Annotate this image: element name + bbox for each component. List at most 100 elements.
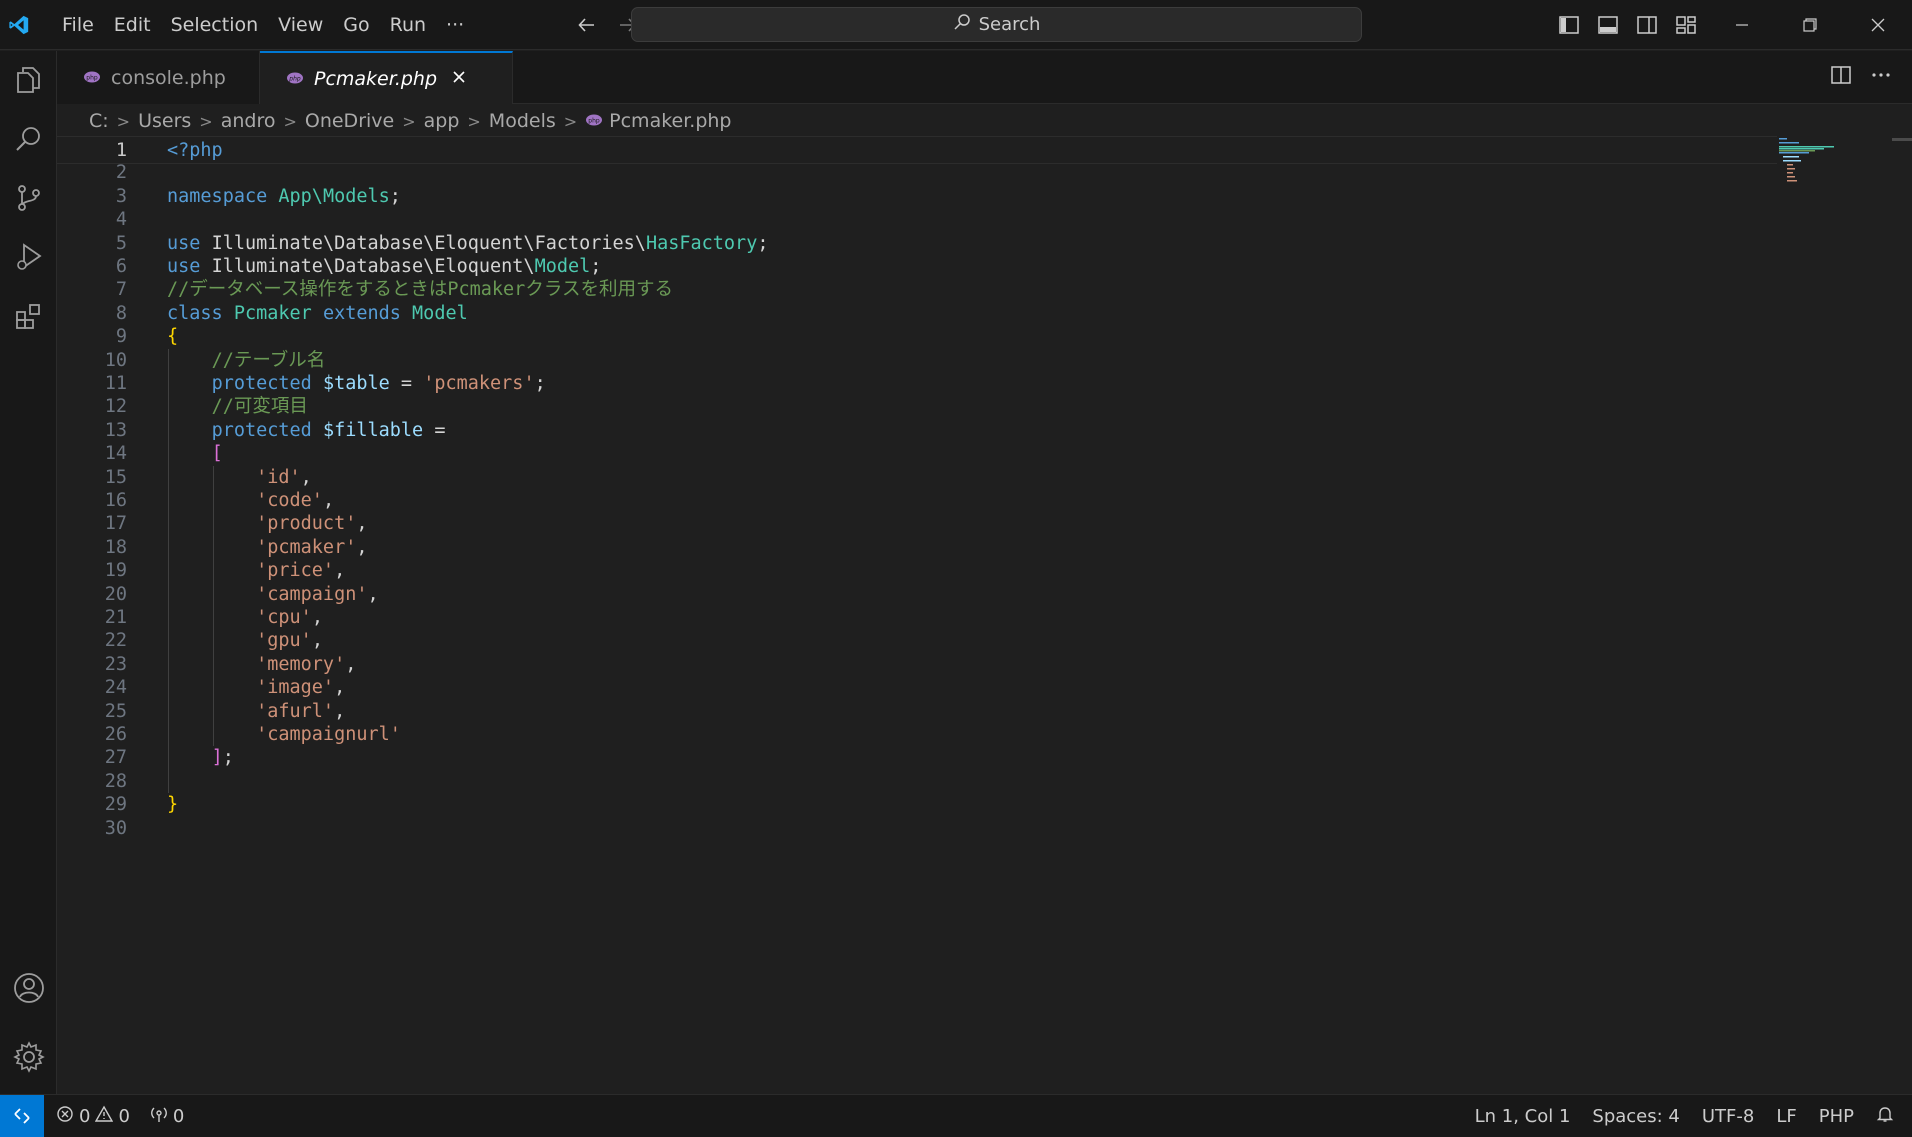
extensions-icon[interactable] xyxy=(0,286,57,346)
tab-label: Pcmaker.php xyxy=(314,67,438,90)
menu-file[interactable]: File xyxy=(52,8,104,42)
breadcrumb: C: > Users > andro > OneDrive > app > Mo… xyxy=(89,105,732,137)
settings-gear-icon[interactable] xyxy=(0,1027,57,1087)
tab-console-php[interactable]: php console.php xyxy=(57,51,260,104)
problems-indicator[interactable]: 0 0 xyxy=(56,1105,130,1128)
menu-go[interactable]: Go xyxy=(333,8,379,42)
ports-indicator[interactable]: 0 xyxy=(150,1105,184,1128)
code-token: 'price' xyxy=(256,560,335,582)
toggle-panel-icon[interactable] xyxy=(1595,12,1621,38)
menu-view[interactable]: View xyxy=(268,8,333,42)
notifications-bell-icon[interactable] xyxy=(1876,1105,1894,1128)
more-actions-icon[interactable] xyxy=(1870,64,1892,91)
code-token: class xyxy=(167,302,234,324)
code-token: ; xyxy=(389,185,401,207)
code-token: , xyxy=(322,490,335,511)
source-control-icon[interactable] xyxy=(0,168,57,228)
code-token: [ xyxy=(211,443,223,465)
code-token: protected xyxy=(211,419,323,441)
code-token: 'code' xyxy=(256,490,323,511)
language-mode[interactable]: PHP xyxy=(1819,1106,1854,1127)
menu-bar: File Edit Selection View Go Run ··· xyxy=(52,8,474,42)
scrollbar-thumb[interactable] xyxy=(1892,138,1912,141)
code-token: 'id' xyxy=(256,466,301,488)
status-right-group: Ln 1, Col 1 Spaces: 4 UTF-8 LF PHP xyxy=(1475,1095,1894,1137)
code-token: , xyxy=(334,677,346,699)
chevron-right-icon: > xyxy=(402,111,416,131)
breadcrumb-item[interactable]: Models xyxy=(489,110,556,132)
code-token: , xyxy=(356,536,368,558)
svg-text:php: php xyxy=(588,118,600,125)
code-token: 'afurl' xyxy=(256,700,335,722)
menu-run[interactable]: Run xyxy=(380,8,436,42)
minimize-icon[interactable] xyxy=(1708,0,1776,50)
chevron-right-icon: > xyxy=(116,111,131,131)
chevron-right-icon: > xyxy=(563,111,578,131)
code-token: Model xyxy=(534,256,591,277)
code-token: ; xyxy=(590,256,602,277)
code-token: namespace xyxy=(167,185,279,207)
close-window-icon[interactable] xyxy=(1844,0,1912,50)
code-token: , xyxy=(334,700,346,722)
code-editor[interactable]: 1 <?php 2 3 namespace App\Models; 4 5 use Illum… xyxy=(57,136,1912,1094)
line-number: 30 xyxy=(104,817,127,839)
code-token: = xyxy=(434,419,446,441)
split-editor-icon[interactable] xyxy=(1830,64,1852,91)
tab-pcmaker-php[interactable]: php Pcmaker.php xyxy=(260,51,513,104)
code-token: Model xyxy=(412,302,468,324)
breadcrumb-item[interactable]: C: xyxy=(89,110,109,132)
status-bar: 0 0 0 Ln 1, Col 1 Spaces: 4 UTF-8 LF PHP xyxy=(0,1094,1912,1137)
code-token: ; xyxy=(222,747,234,769)
explorer-icon[interactable] xyxy=(0,50,57,110)
broadcast-icon xyxy=(150,1105,168,1128)
code-token: ; xyxy=(757,232,769,254)
menu-edit[interactable]: Edit xyxy=(104,8,161,42)
minimap[interactable] xyxy=(1779,138,1839,198)
code-token: 'product' xyxy=(256,513,357,535)
code-token: //テーブル名 xyxy=(211,349,326,371)
cursor-position[interactable]: Ln 1, Col 1 xyxy=(1475,1106,1571,1127)
indentation-status[interactable]: Spaces: 4 xyxy=(1592,1106,1679,1127)
code-token: extends xyxy=(322,302,413,324)
code-line[interactable]: 30 xyxy=(57,815,1777,843)
breadcrumb-item[interactable]: app xyxy=(424,110,460,132)
code-token: 'pcmakers' xyxy=(423,373,535,394)
encoding-status[interactable]: UTF-8 xyxy=(1702,1106,1754,1127)
window-controls xyxy=(1708,0,1912,50)
code-token: $table xyxy=(322,373,401,394)
remote-indicator-icon[interactable] xyxy=(0,1094,44,1137)
accounts-icon[interactable] xyxy=(0,958,57,1018)
code-token: { xyxy=(167,326,179,348)
restore-icon[interactable] xyxy=(1776,0,1844,50)
code-token: , xyxy=(367,583,379,605)
eol-status[interactable]: LF xyxy=(1776,1106,1796,1127)
menu-selection[interactable]: Selection xyxy=(161,8,269,42)
close-tab-icon[interactable] xyxy=(451,68,467,90)
code-token: = xyxy=(400,373,424,394)
command-search-box[interactable]: Search xyxy=(631,7,1362,42)
code-token: HasFactory xyxy=(645,232,758,254)
warning-count: 0 xyxy=(118,1105,130,1127)
customize-layout-icon[interactable] xyxy=(1673,12,1699,38)
code-token: 'image' xyxy=(256,677,335,699)
toggle-secondary-sidebar-icon[interactable] xyxy=(1634,12,1660,38)
toggle-primary-sidebar-icon[interactable] xyxy=(1556,12,1582,38)
activity-bar xyxy=(0,51,57,1094)
breadcrumb-item[interactable]: Users xyxy=(138,110,191,132)
back-arrow-icon[interactable] xyxy=(574,12,600,38)
search-view-icon[interactable] xyxy=(0,109,57,169)
menu-more-button[interactable]: ··· xyxy=(436,8,474,42)
code-token: 'campaignurl' xyxy=(256,724,401,745)
run-debug-icon[interactable] xyxy=(0,227,57,287)
php-file-icon: php xyxy=(286,68,304,90)
breadcrumb-item[interactable]: OneDrive xyxy=(305,110,394,132)
breadcrumb-item[interactable]: Pcmaker.php xyxy=(609,110,731,132)
breadcrumb-item[interactable]: andro xyxy=(221,110,276,132)
